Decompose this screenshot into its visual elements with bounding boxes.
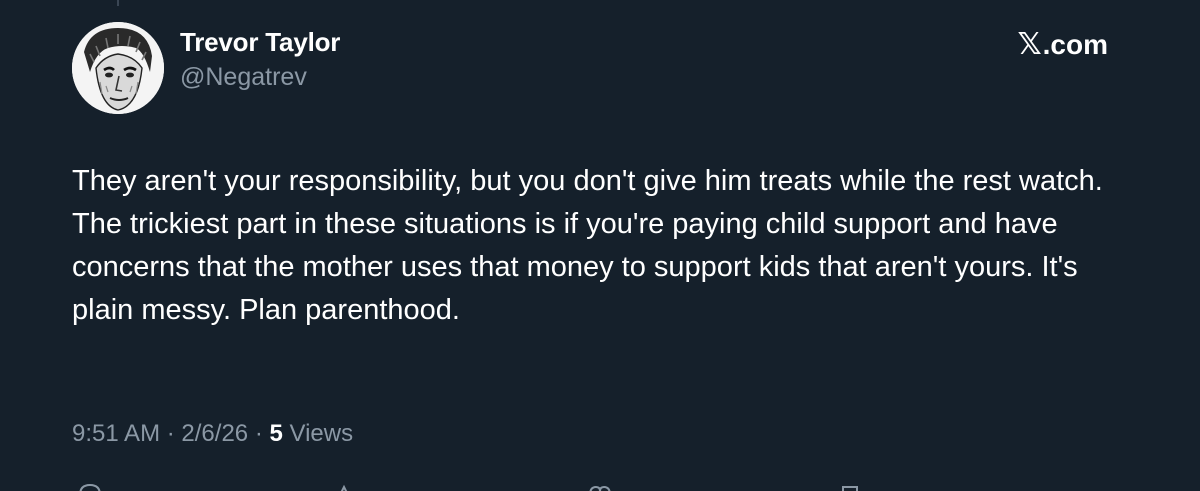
like-icon[interactable] bbox=[586, 482, 614, 491]
post-text-line: The trickiest part in these situations i… bbox=[72, 208, 1078, 326]
avatar[interactable] bbox=[72, 22, 164, 114]
views-label: Views bbox=[289, 420, 354, 447]
post-card: Trevor Taylor @Negatrev 𝕏 .com They aren… bbox=[0, 0, 1200, 491]
post-text: They aren't your responsibility, but you… bbox=[72, 160, 1132, 332]
action-bar bbox=[72, 482, 1132, 491]
views-count: 5 bbox=[269, 420, 283, 447]
thread-line bbox=[117, 0, 119, 6]
x-brand-logo: 𝕏 .com bbox=[1017, 27, 1108, 62]
post-time[interactable]: 9:51 AM bbox=[72, 420, 160, 447]
repost-icon[interactable] bbox=[330, 482, 358, 491]
author-handle[interactable]: @Negatrev bbox=[180, 63, 307, 92]
author-display-name[interactable]: Trevor Taylor bbox=[180, 27, 340, 58]
post-text-line: They aren't your responsibility, but you… bbox=[72, 165, 1103, 197]
bookmark-icon[interactable] bbox=[836, 482, 864, 491]
avatar-sketch-portrait-icon bbox=[72, 22, 164, 114]
meta-separator: · bbox=[166, 420, 175, 447]
meta-separator: · bbox=[254, 420, 263, 447]
post-date[interactable]: 2/6/26 bbox=[181, 420, 248, 447]
brand-domain: .com bbox=[1042, 28, 1108, 60]
x-logo-icon: 𝕏 bbox=[1017, 27, 1042, 62]
post-meta: 9:51 AM · 2/6/26 · 5 Views bbox=[72, 420, 353, 448]
reply-icon[interactable] bbox=[76, 482, 104, 491]
